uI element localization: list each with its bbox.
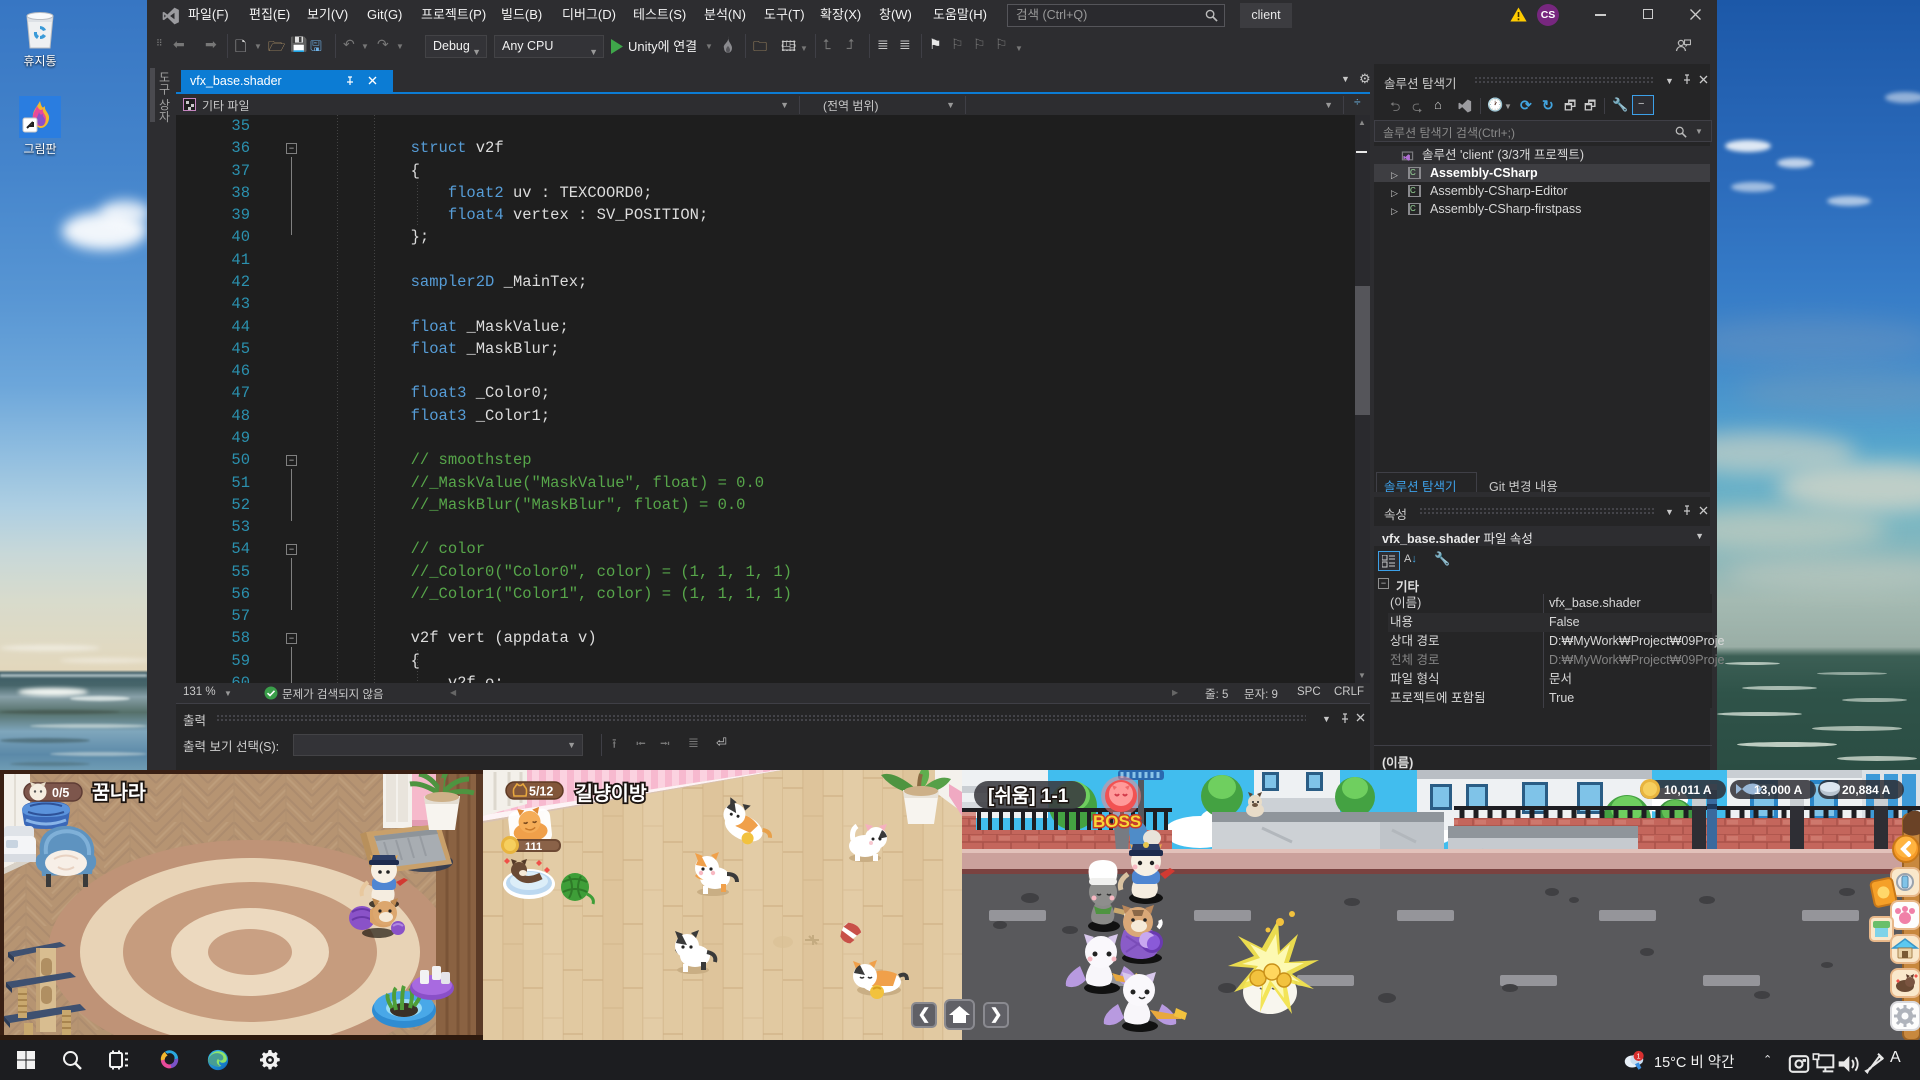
svg-text:꿈나라: 꿈나라 [92, 782, 146, 804]
svg-text:111: 111 [525, 841, 542, 853]
svg-text:BOSS: BOSS [1093, 812, 1141, 831]
svg-text:0/5: 0/5 [52, 786, 69, 800]
svg-text:[쉬움] 1-1: [쉬움] 1-1 [988, 785, 1069, 807]
svg-text:13,000 A: 13,000 A [1754, 783, 1803, 797]
svg-text:길냥이방: 길냥이방 [575, 783, 647, 805]
svg-text:20,884 A: 20,884 A [1842, 783, 1891, 797]
svg-text:5/12: 5/12 [529, 785, 553, 799]
svg-text:10,011 A: 10,011 A [1664, 783, 1712, 797]
svg-text:1: 1 [1637, 1052, 1641, 1061]
